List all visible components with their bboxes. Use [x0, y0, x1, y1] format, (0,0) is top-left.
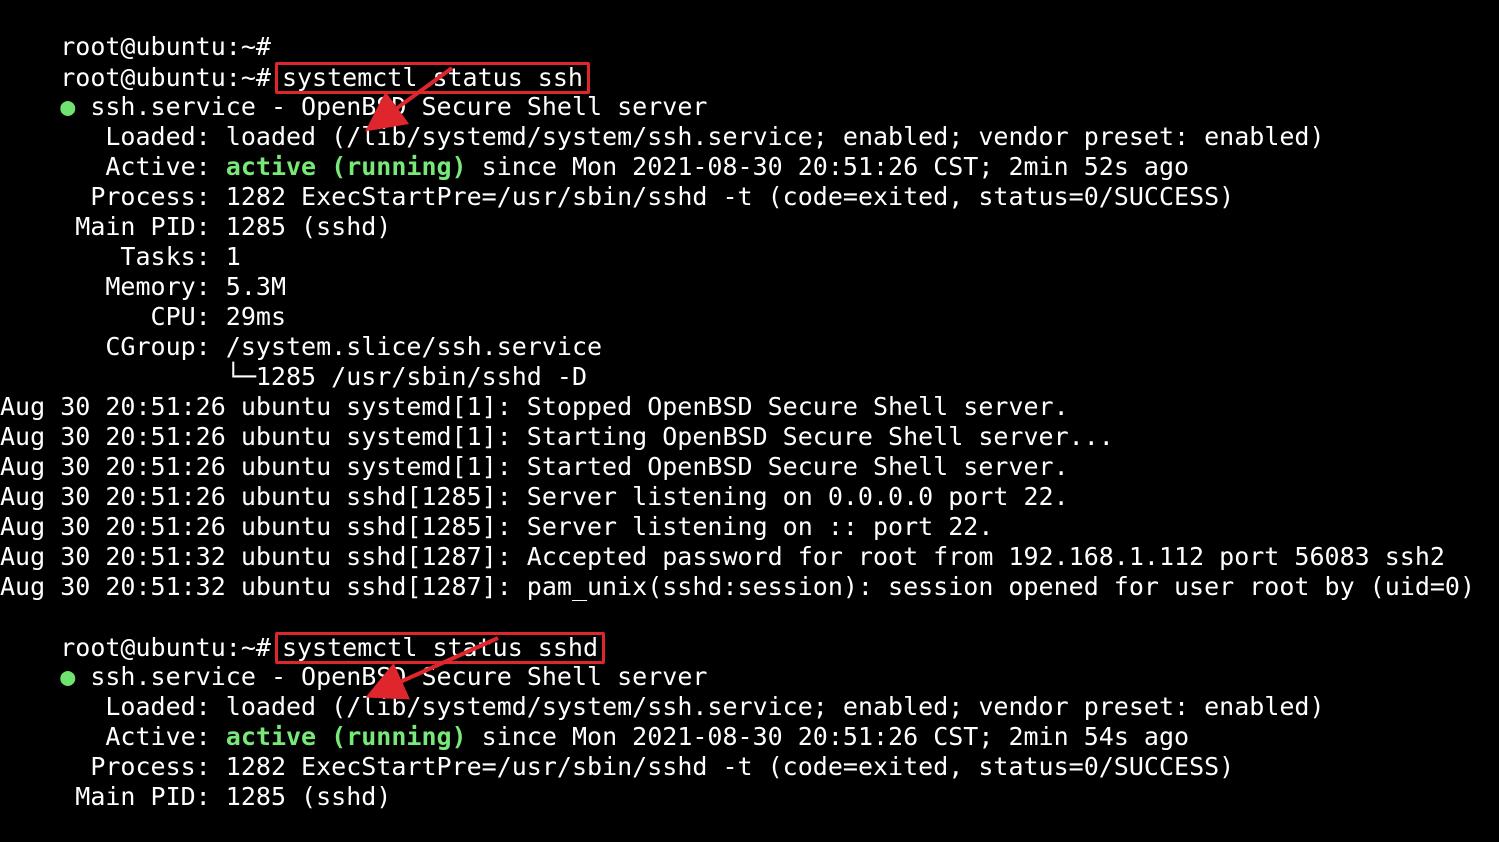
- process-line: Process: 1282 ExecStartPre=/usr/sbin/ssh…: [0, 152, 1234, 211]
- service-line: ● ssh.service - OpenBSD Secure Shell ser…: [0, 632, 707, 691]
- loaded-line: Loaded: loaded (/lib/systemd/system/ssh.…: [0, 92, 1324, 151]
- loaded-line: Loaded: loaded (/lib/systemd/system/ssh.…: [0, 662, 1324, 721]
- memory-line: Memory: 5.3M: [0, 242, 286, 301]
- log-line: Aug 30 20:51:32 ubuntu sshd[1287]: pam_u…: [0, 572, 1476, 601]
- prompt-line: root@ubuntu:~#: [0, 2, 271, 61]
- mainpid-line: Main PID: 1285 (sshd): [0, 752, 391, 811]
- terminal-window[interactable]: root@ubuntu:~# root@ubuntu:~# systemctl s…: [0, 0, 1499, 811]
- cpu-line: CPU: 29ms: [0, 272, 286, 331]
- command-line-1: root@ubuntu:~# systemctl status ssh: [0, 32, 590, 94]
- cgroup-child-line: └─1285 /usr/sbin/sshd -D: [0, 332, 587, 391]
- log-line: Aug 30 20:51:26 ubuntu systemd[1]: Start…: [0, 452, 1069, 481]
- mainpid-label: Main PID:: [60, 782, 211, 811]
- log-line: Aug 30 20:51:32 ubuntu sshd[1287]: Accep…: [0, 542, 1445, 571]
- mainpid-value: 1285 (sshd): [210, 782, 392, 811]
- active-line: Active: active (running) since Mon 2021-…: [0, 692, 1189, 751]
- log-line: Aug 30 20:51:26 ubuntu sshd[1285]: Serve…: [0, 512, 994, 541]
- log-line: Aug 30 20:51:26 ubuntu sshd[1285]: Serve…: [0, 482, 1069, 511]
- mainpid-line: Main PID: 1285 (sshd): [0, 182, 391, 241]
- cgroup-line: CGroup: /system.slice/ssh.service: [0, 302, 602, 361]
- tasks-line: Tasks: 1: [0, 212, 240, 271]
- cgroup-child: └─1285 /usr/sbin/sshd -D: [60, 362, 588, 391]
- command-line-2: root@ubuntu:~# systemctl status sshd: [0, 602, 606, 664]
- log-line: Aug 30 20:51:26 ubuntu systemd[1]: Stopp…: [0, 392, 1069, 421]
- log-line: Aug 30 20:51:26 ubuntu systemd[1]: Start…: [0, 422, 1114, 451]
- process-line: Process: 1282 ExecStartPre=/usr/sbin/ssh…: [0, 722, 1234, 781]
- service-line: ● ssh.service - OpenBSD Secure Shell ser…: [0, 62, 707, 121]
- active-line: Active: active (running) since Mon 2021-…: [0, 122, 1189, 181]
